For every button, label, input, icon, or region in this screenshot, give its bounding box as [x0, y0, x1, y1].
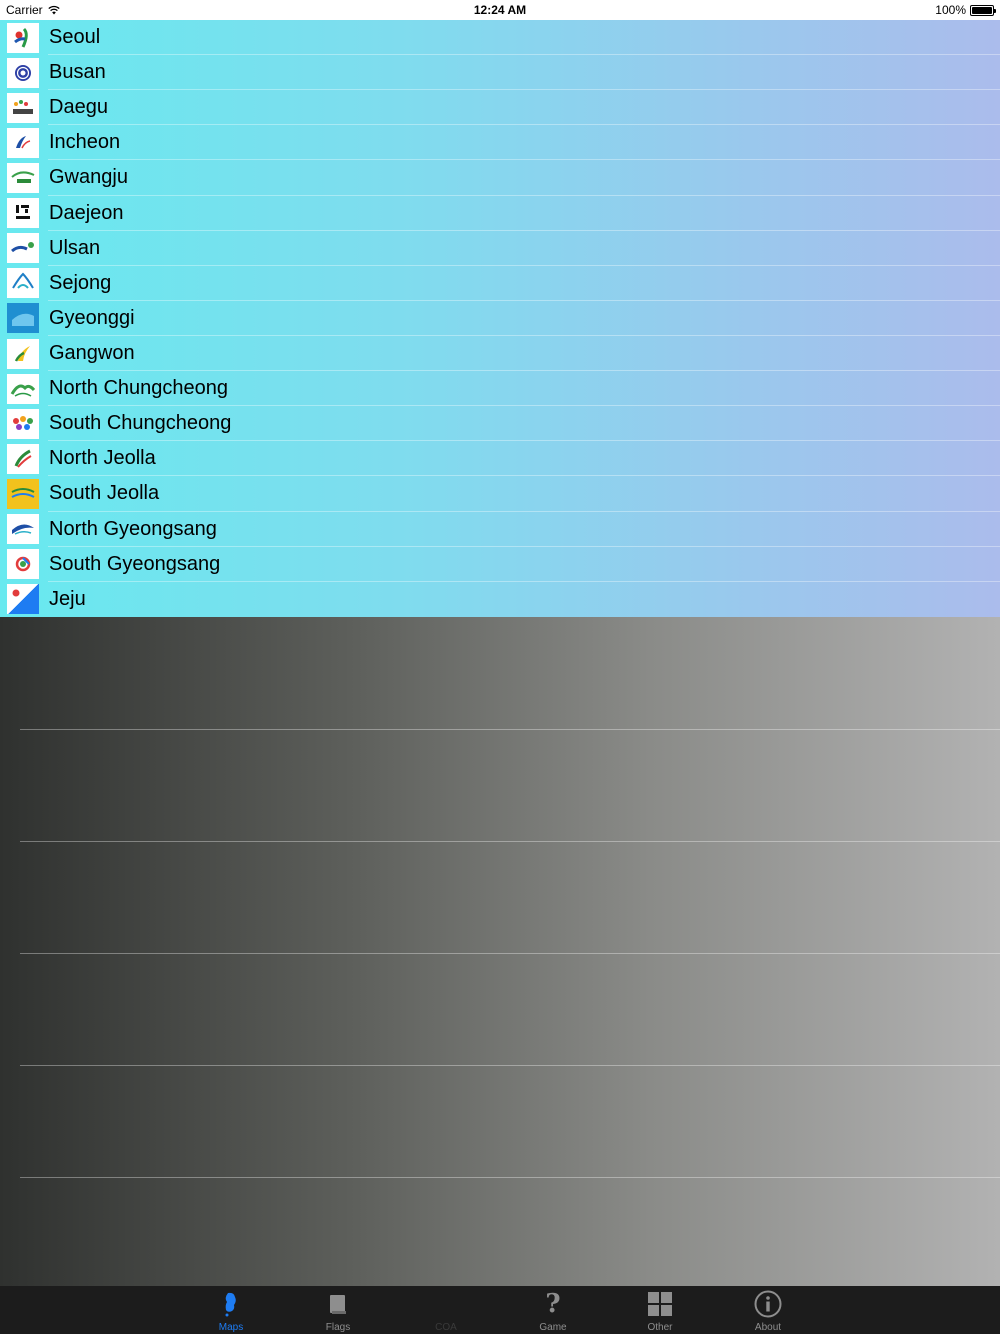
city-name: Ulsan: [49, 236, 101, 259]
city-name: Sejong: [49, 271, 112, 294]
city-row-gwangju[interactable]: Gwangju: [0, 160, 1000, 196]
city-row-sejong[interactable]: Sejong: [0, 266, 1000, 301]
south-chungcheong-emblem-icon: [7, 408, 39, 439]
ulsan-emblem-icon: [7, 233, 39, 264]
city-row-busan[interactable]: Busan: [0, 55, 1000, 91]
south-jeolla-emblem-icon: [7, 478, 39, 509]
city-row-incheon[interactable]: Incheon: [0, 125, 1000, 161]
sejong-emblem-icon: [7, 268, 39, 299]
korea-map-icon: [216, 1289, 246, 1319]
city-row-north-chungcheong[interactable]: North Chungcheong: [0, 371, 1000, 407]
city-name: North Gyeongsang: [49, 517, 217, 540]
row-separator: [20, 841, 1000, 842]
gangwon-emblem-icon: [7, 338, 39, 369]
city-name: South Chungcheong: [49, 412, 232, 435]
row-separator: [20, 1177, 1000, 1178]
info-icon: [753, 1289, 783, 1319]
north-jeolla-emblem-icon: [7, 443, 39, 474]
city-row-south-jeolla[interactable]: South Jeolla: [0, 476, 1000, 512]
city-row-south-gyeongsang[interactable]: South Gyeongsang: [0, 547, 1000, 582]
tab-label: Flags: [325, 1322, 351, 1333]
question-mark-icon: ?: [545, 1289, 561, 1319]
tab-label: Game: [539, 1322, 567, 1333]
row-separator: [20, 1065, 1000, 1066]
battery-icon: [970, 4, 996, 16]
city-name: Gyeonggi: [49, 306, 135, 329]
tab-label: About: [754, 1322, 782, 1333]
city-row-seoul[interactable]: Seoul: [0, 20, 1000, 56]
tab-label: Other: [647, 1322, 673, 1333]
city-name: Seoul: [49, 26, 101, 49]
city-row-jeju[interactable]: Jeju: [0, 582, 1000, 617]
city-name: Gangwon: [49, 342, 135, 365]
city-name: South Jeolla: [49, 482, 160, 505]
clock: 12:24 AM: [473, 3, 527, 17]
tab-bar: Maps Flags COA ? Game Other About: [0, 1286, 1000, 1334]
city-name: North Chungcheong: [49, 377, 229, 400]
city-list: Seoul Busan Daegu Incheon Gwangju Daejeo…: [0, 20, 1000, 617]
tab-maps[interactable]: Maps: [191, 1286, 271, 1334]
city-name: Jeju: [49, 587, 86, 610]
city-name: Daejeon: [49, 201, 124, 224]
city-row-daejeon[interactable]: Daejeon: [0, 196, 1000, 231]
tab-flags[interactable]: Flags: [298, 1286, 378, 1334]
daejeon-emblem-icon: [7, 198, 39, 229]
grid-icon: [645, 1289, 675, 1319]
gyeonggi-emblem-icon: [7, 303, 39, 334]
gwangju-emblem-icon: [7, 162, 39, 193]
city-row-daegu[interactable]: Daegu: [0, 90, 1000, 126]
tab-about[interactable]: About: [728, 1286, 808, 1334]
row-separator: [20, 953, 1000, 954]
tab-coa[interactable]: COA: [406, 1286, 486, 1334]
city-row-south-chungcheong[interactable]: South Chungcheong: [0, 406, 1000, 442]
city-name: Incheon: [49, 131, 121, 154]
battery-percent: 100%: [935, 3, 966, 17]
incheon-emblem-icon: [7, 127, 39, 158]
city-name: North Jeolla: [49, 447, 156, 470]
city-row-gangwon[interactable]: Gangwon: [0, 336, 1000, 372]
city-row-north-jeolla[interactable]: North Jeolla: [0, 441, 1000, 477]
city-name: Busan: [49, 61, 106, 84]
north-chungcheong-emblem-icon: [7, 373, 39, 404]
city-row-ulsan[interactable]: Ulsan: [0, 231, 1000, 266]
flag-book-icon: [323, 1289, 353, 1319]
tab-other[interactable]: Other: [620, 1286, 700, 1334]
daegu-emblem-icon: [7, 92, 39, 123]
status-bar: Carrier 12:24 AM 100%: [0, 0, 1000, 20]
city-name: Gwangju: [49, 166, 128, 189]
coat-of-arms-icon: [431, 1289, 461, 1319]
tab-label: Maps: [218, 1322, 244, 1333]
busan-emblem-icon: [7, 57, 39, 88]
jeju-emblem-icon: [7, 584, 39, 615]
row-separator: [20, 729, 1000, 730]
south-gyeongsang-emblem-icon: [7, 549, 39, 580]
city-name: Daegu: [49, 96, 108, 119]
city-name: South Gyeongsang: [49, 552, 221, 575]
city-row-north-gyeongsang[interactable]: North Gyeongsang: [0, 512, 1000, 547]
empty-table-area: [0, 617, 1000, 1286]
tab-game[interactable]: ? Game: [513, 1286, 593, 1334]
tab-label: COA: [435, 1322, 457, 1333]
battery-group: 100%: [935, 3, 996, 17]
seoul-emblem-icon: [7, 22, 39, 53]
north-gyeongsang-emblem-icon: [7, 514, 39, 545]
city-row-gyeonggi[interactable]: Gyeonggi: [0, 301, 1000, 337]
